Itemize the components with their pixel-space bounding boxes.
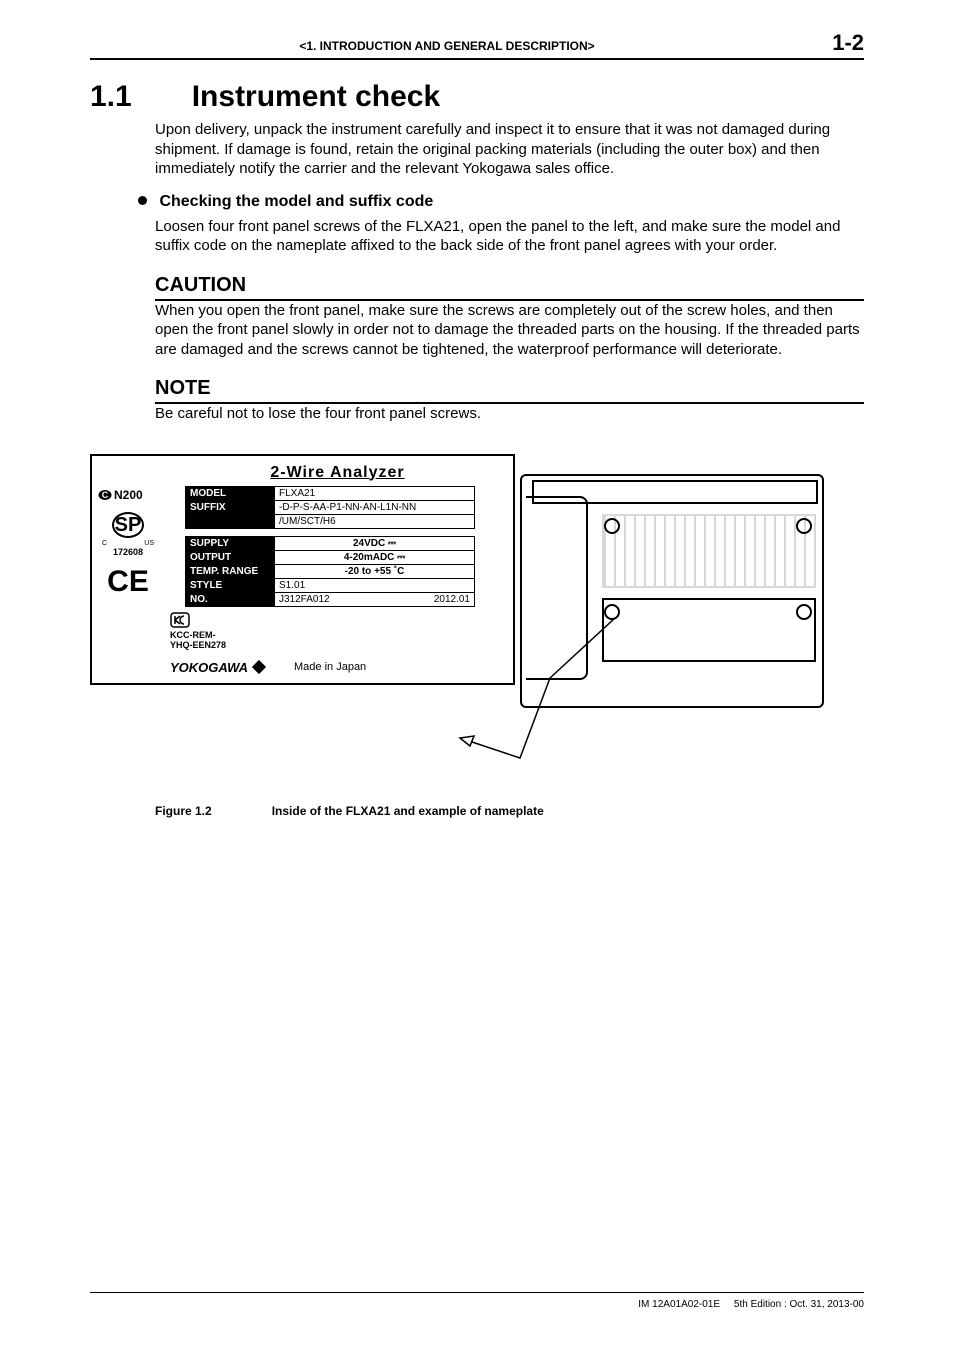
device-drawing xyxy=(520,474,824,708)
svg-text:C: C xyxy=(102,490,109,500)
table-row: NO. J312FA012 2012.01 xyxy=(185,592,475,607)
nameplate-table-1: MODEL FLXA21 SUFFIX -D-P-S-AA-P1-NN-AN-L… xyxy=(185,486,475,529)
nameplate-title: 2-Wire Analyzer xyxy=(170,464,505,482)
page-footer: IM 12A01A02-01E 5th Edition : Oct. 31, 2… xyxy=(90,1292,864,1310)
screw-icon xyxy=(796,518,812,534)
subsection-checking: Checking the model and suffix code xyxy=(138,193,864,211)
figure-caption: Figure 1.2 Inside of the FLXA21 and exam… xyxy=(155,804,864,818)
note-body: Be careful not to lose the four front pa… xyxy=(155,404,864,424)
diamond-icon xyxy=(252,660,266,674)
figure-number: Figure 1.2 xyxy=(155,804,212,818)
sp-number: 172608 xyxy=(98,547,158,557)
origin-text: Made in Japan xyxy=(294,661,366,673)
table-row: /UM/SCT/H6 xyxy=(185,514,475,529)
bullet-icon xyxy=(138,196,147,205)
nameplate: C N200 SP CUS 172608 CE 2-Wire Analyzer … xyxy=(90,454,515,685)
chapter-name: <1. INTRODUCTION AND GENERAL DESCRIPTION… xyxy=(90,39,804,53)
n200-mark: C N200 xyxy=(98,488,158,502)
caution-heading: CAUTION xyxy=(155,274,864,301)
table-row: OUTPUT 4-20mADC ⎓ xyxy=(185,550,475,565)
table-row: STYLE S1.01 xyxy=(185,578,475,593)
table-row: TEMP. RANGE -20 to +55 ˚C xyxy=(185,564,475,579)
callout-arrow xyxy=(460,738,560,778)
doc-id: IM 12A01A02-01E xyxy=(638,1299,720,1310)
intro-paragraph: Upon delivery, unpack the instrument car… xyxy=(155,120,864,179)
page-header: <1. INTRODUCTION AND GENERAL DESCRIPTION… xyxy=(90,30,864,60)
kcc-icon xyxy=(170,612,190,628)
screw-icon xyxy=(796,604,812,620)
table-row: MODEL FLXA21 xyxy=(185,486,475,501)
figure-1-2: C N200 SP CUS 172608 CE 2-Wire Analyzer … xyxy=(90,454,864,794)
note-heading: NOTE xyxy=(155,377,864,404)
brand-logo: YOKOGAWA xyxy=(170,660,264,675)
ce-mark-icon: CE xyxy=(98,565,158,599)
sp-icon: SP xyxy=(112,512,144,538)
subsection-title: Checking the model and suffix code xyxy=(159,193,433,210)
nameplate-footer: YOKOGAWA Made in Japan xyxy=(170,660,505,675)
table-row: SUPPLY 24VDC ⎓ xyxy=(185,536,475,551)
screw-icon xyxy=(604,604,620,620)
section-number: 1.1 xyxy=(90,80,132,114)
table-row: SUFFIX -D-P-S-AA-P1-NN-AN-L1N-NN xyxy=(185,500,475,515)
figure-text: Inside of the FLXA21 and example of name… xyxy=(272,804,544,818)
page-number: 1-2 xyxy=(804,30,864,56)
section-heading: 1.1 Instrument check xyxy=(90,80,864,114)
edition-info: 5th Edition : Oct. 31, 2013-00 xyxy=(734,1299,864,1310)
screw-icon xyxy=(604,518,620,534)
nameplate-table-2: SUPPLY 24VDC ⎓ OUTPUT 4-20mADC ⎓ TEMP. R… xyxy=(185,536,475,607)
oval-c-icon: C xyxy=(98,488,112,502)
caution-body: When you open the front panel, make sure… xyxy=(155,301,864,360)
cert-marks: C N200 SP CUS 172608 CE xyxy=(98,488,158,599)
kcc-mark: KCC-REM- YHQ-EEN278 xyxy=(170,612,505,650)
subsection-body: Loosen four front panel screws of the FL… xyxy=(155,217,864,256)
section-title: Instrument check xyxy=(192,80,440,114)
